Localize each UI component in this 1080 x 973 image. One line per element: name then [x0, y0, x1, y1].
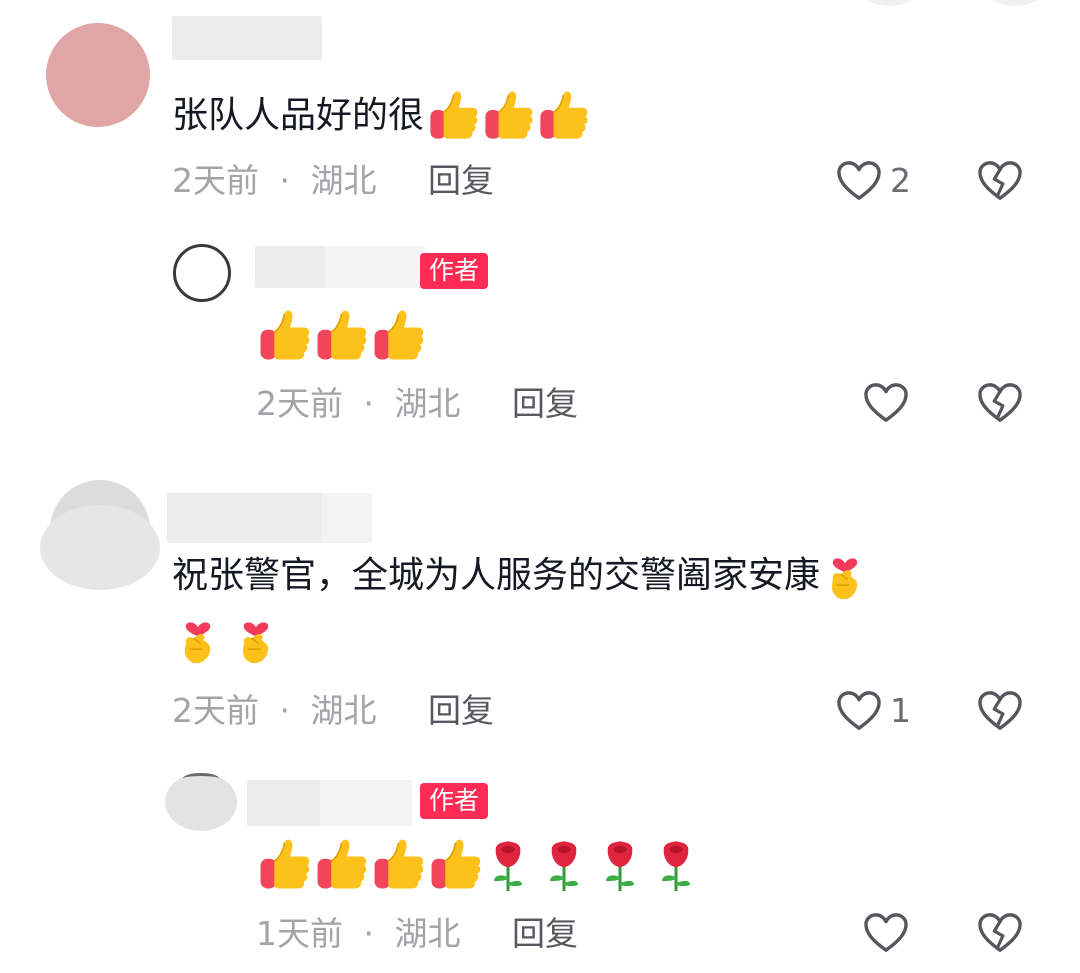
thumbs-up-icon	[256, 836, 313, 893]
rose-icon	[600, 837, 640, 893]
thumbs-up-icon	[427, 836, 484, 893]
broken-heart-icon[interactable]	[977, 690, 1023, 732]
avatar[interactable]	[173, 244, 231, 302]
comment-text: 祝张警官，全城为人服务的交警阖家安康	[172, 555, 821, 596]
thumbs-up-icon	[256, 307, 313, 364]
reply-time: 1天前	[256, 914, 343, 953]
thumbs-up-icon	[370, 836, 427, 893]
reply-emojis	[256, 307, 427, 364]
avatar-blur-overlay	[40, 505, 160, 590]
comment-time: 2天前	[172, 161, 259, 200]
comment-emojis	[426, 88, 591, 143]
rose-icon	[488, 837, 528, 893]
username-redacted-overlay	[322, 493, 372, 543]
heart-outline-icon[interactable]	[836, 160, 882, 202]
broken-heart-icon[interactable]	[977, 912, 1023, 954]
reply-meta: 1天前 · 湖北	[256, 914, 461, 954]
heart-outline-icon[interactable]	[863, 912, 909, 954]
broken-heart-icon[interactable]	[977, 160, 1023, 202]
thumbs-up-icon	[481, 88, 536, 143]
meta-separator: ·	[279, 691, 291, 730]
top-icon-remnant-right	[985, 0, 1045, 6]
thumbs-up-icon	[536, 88, 591, 143]
username-redacted-overlay	[320, 780, 412, 826]
finger-heart-icon	[233, 612, 279, 668]
reply-button[interactable]: 回复	[512, 914, 578, 954]
thumbs-up-icon	[313, 307, 370, 364]
thumbs-up-icon	[370, 307, 427, 364]
meta-separator: ·	[363, 914, 375, 953]
reply-emojis	[256, 836, 696, 893]
reply-button[interactable]: 回复	[428, 161, 494, 201]
reply-button[interactable]: 回复	[428, 691, 494, 731]
heart-outline-icon[interactable]	[863, 382, 909, 424]
comment-location: 湖北	[310, 691, 377, 730]
thumbs-up-icon	[426, 88, 481, 143]
rose-icon	[656, 837, 696, 893]
thumbs-up-icon	[313, 836, 370, 893]
comment-meta: 2天前 · 湖北	[172, 161, 377, 201]
comment-emojis-line2	[175, 612, 279, 668]
author-badge: 作者	[420, 783, 489, 819]
comment-meta: 2天前 · 湖北	[172, 691, 377, 731]
reply-button[interactable]: 回复	[512, 384, 578, 424]
top-icon-remnant-left	[860, 0, 920, 6]
username-redacted-overlay	[325, 246, 425, 288]
comment-text-row: 张队人品好的很	[172, 88, 591, 143]
reply-location: 湖北	[394, 384, 461, 423]
broken-heart-icon[interactable]	[977, 382, 1023, 424]
reply-time: 2天前	[256, 384, 343, 423]
reply-location: 湖北	[394, 914, 461, 953]
finger-heart-icon	[175, 612, 221, 668]
username-redacted[interactable]	[172, 16, 322, 60]
comment-text: 张队人品好的很	[172, 94, 425, 136]
rose-icon	[544, 837, 584, 893]
meta-separator: ·	[279, 161, 291, 200]
reply-meta: 2天前 · 湖北	[256, 384, 461, 424]
heart-outline-icon[interactable]	[836, 690, 882, 732]
like-count: 2	[890, 161, 911, 200]
avatar-top-edge	[183, 773, 219, 784]
author-badge: 作者	[420, 253, 489, 289]
comment-location: 湖北	[310, 161, 377, 200]
meta-separator: ·	[363, 384, 375, 423]
finger-heart-icon	[822, 548, 868, 604]
avatar[interactable]	[46, 23, 150, 127]
comment-time: 2天前	[172, 691, 259, 730]
like-count: 1	[890, 691, 911, 730]
comment-text-row: 祝张警官，全城为人服务的交警阖家安康	[172, 548, 868, 604]
